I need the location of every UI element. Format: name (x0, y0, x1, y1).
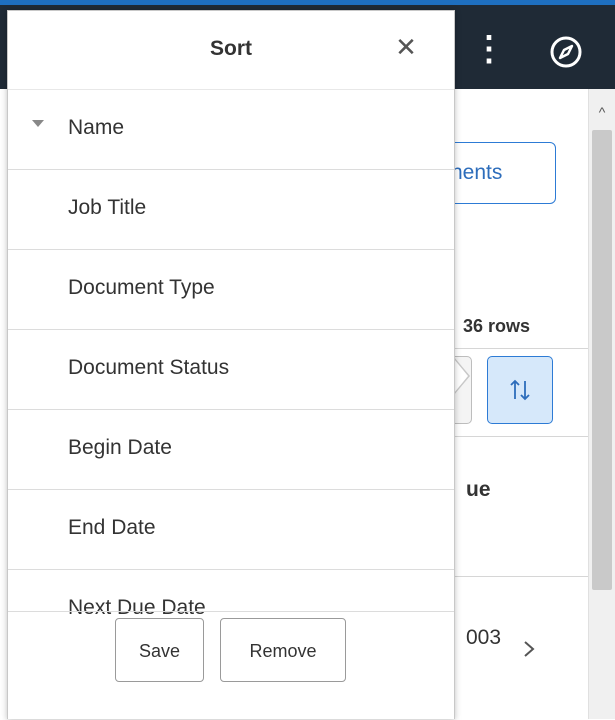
sort-item-name[interactable]: Name (8, 89, 454, 169)
sort-item-label: Begin Date (68, 436, 172, 459)
sort-item-document-status[interactable]: Document Status (8, 329, 454, 409)
divider (440, 436, 588, 437)
table-cell: 003 (466, 626, 502, 649)
sort-field-list: Name Job Title Document Type Document St… (8, 89, 454, 649)
divider (440, 576, 588, 577)
row-count: 36 rows (463, 316, 531, 336)
close-icon[interactable]: ✕ (392, 33, 420, 61)
kebab-menu-icon[interactable]: ⋮ (472, 27, 506, 72)
sort-item-label: Name (68, 116, 125, 139)
sort-item-label: Job Title (68, 196, 147, 219)
compass-icon[interactable] (549, 35, 583, 69)
scroll-up-icon[interactable]: ^ (592, 104, 612, 120)
sort-descending-caret-icon (32, 120, 44, 127)
sort-item-label: End Date (68, 516, 156, 539)
sort-button[interactable] (487, 356, 553, 424)
sort-dialog-header: Sort ✕ (8, 11, 454, 89)
sort-dialog-title: Sort (210, 37, 252, 60)
popup-pointer-fill (454, 359, 468, 393)
sort-dialog: Sort ✕ Name Job Title Document Type Docu… (7, 10, 455, 719)
chevron-right-icon[interactable] (518, 638, 540, 660)
sort-dialog-footer: Save Remove (8, 611, 454, 720)
column-header[interactable]: ue (466, 478, 491, 502)
divider (440, 348, 588, 349)
save-button[interactable]: Save (115, 618, 204, 682)
sort-item-document-type[interactable]: Document Type (8, 249, 454, 329)
documents-button[interactable]: nents (440, 142, 556, 204)
sort-arrows-icon (510, 379, 530, 401)
sort-item-label: Document Type (68, 276, 215, 299)
sort-item-end-date[interactable]: End Date (8, 489, 454, 569)
scrollbar-thumb[interactable] (592, 130, 612, 590)
sort-item-job-title[interactable]: Job Title (8, 169, 454, 249)
remove-button[interactable]: Remove (220, 618, 346, 682)
sort-item-label: Document Status (68, 356, 230, 379)
sort-item-begin-date[interactable]: Begin Date (8, 409, 454, 489)
